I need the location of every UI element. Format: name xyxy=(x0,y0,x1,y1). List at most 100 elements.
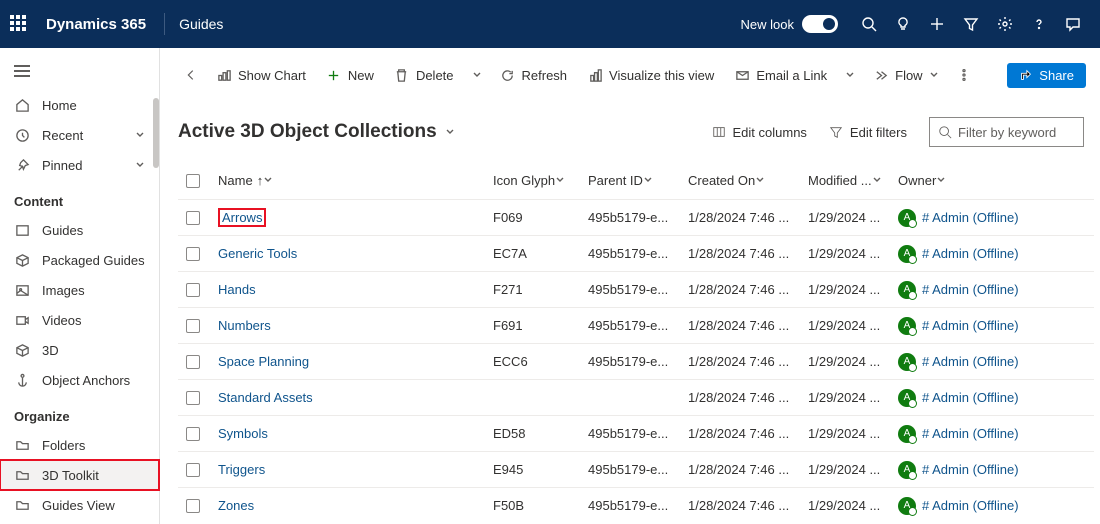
col-created[interactable]: Created On xyxy=(688,173,808,188)
row-checkbox[interactable] xyxy=(186,499,200,513)
col-parent[interactable]: Parent ID xyxy=(588,173,688,188)
row-checkbox[interactable] xyxy=(186,211,200,225)
row-checkbox[interactable] xyxy=(186,319,200,333)
delete-button[interactable]: Delete xyxy=(386,62,462,88)
row-owner-link[interactable]: A# Admin (Offline) xyxy=(898,461,1094,479)
content: Show Chart New Delete Refresh Visualize … xyxy=(160,48,1100,524)
nav-packaged[interactable]: Packaged Guides xyxy=(0,245,159,275)
row-owner-link[interactable]: A# Admin (Offline) xyxy=(898,209,1094,227)
filter-icon[interactable] xyxy=(954,0,988,48)
avatar-icon: A xyxy=(898,497,916,515)
row-name-link[interactable]: Hands xyxy=(218,282,256,297)
back-button[interactable] xyxy=(178,63,204,87)
col-modified[interactable]: Modified ... xyxy=(808,173,898,188)
avatar-icon: A xyxy=(898,461,916,479)
email-split[interactable] xyxy=(839,65,861,85)
app-launcher-icon[interactable] xyxy=(10,15,28,33)
row-owner-link[interactable]: A# Admin (Offline) xyxy=(898,353,1094,371)
table-row: HandsF271495b5179-e...1/28/2024 7:46 ...… xyxy=(178,271,1094,307)
table-row: NumbersF691495b5179-e...1/28/2024 7:46 .… xyxy=(178,307,1094,343)
row-name-link[interactable]: Space Planning xyxy=(218,354,309,369)
nav-home[interactable]: Home xyxy=(0,90,159,120)
row-name-link[interactable]: Generic Tools xyxy=(218,246,297,261)
nav-label: Pinned xyxy=(42,158,82,173)
new-look-toggle[interactable]: New look xyxy=(741,15,838,33)
row-parent: 495b5179-e... xyxy=(588,462,688,477)
add-icon[interactable] xyxy=(920,0,954,48)
edit-filters-button[interactable]: Edit filters xyxy=(829,125,907,140)
email-button[interactable]: Email a Link xyxy=(726,62,835,88)
settings-icon[interactable] xyxy=(988,0,1022,48)
row-owner-link[interactable]: A# Admin (Offline) xyxy=(898,317,1094,335)
nav-guides[interactable]: Guides xyxy=(0,215,159,245)
chevron-down-icon xyxy=(872,173,882,188)
help-icon[interactable] xyxy=(1022,0,1056,48)
row-name-link[interactable]: Numbers xyxy=(218,318,271,333)
hamburger-icon[interactable] xyxy=(0,56,159,90)
row-checkbox[interactable] xyxy=(186,463,200,477)
cube-icon xyxy=(14,342,30,358)
col-name[interactable]: Name↑ xyxy=(218,173,493,188)
chevron-down-icon xyxy=(135,128,145,143)
nav-3d[interactable]: 3D xyxy=(0,335,159,365)
row-owner-link[interactable]: A# Admin (Offline) xyxy=(898,425,1094,443)
nav-pinned[interactable]: Pinned xyxy=(0,150,159,180)
chart-icon xyxy=(216,67,232,83)
row-checkbox[interactable] xyxy=(186,283,200,297)
nav-images[interactable]: Images xyxy=(0,275,159,305)
filter-input[interactable]: Filter by keyword xyxy=(929,117,1084,147)
new-button[interactable]: New xyxy=(318,62,382,88)
row-checkbox[interactable] xyxy=(186,247,200,261)
view-title[interactable]: Active 3D Object Collections xyxy=(178,121,455,143)
row-checkbox[interactable] xyxy=(186,391,200,405)
row-owner-link[interactable]: A# Admin (Offline) xyxy=(898,281,1094,299)
nav-guides-view[interactable]: Guides View xyxy=(0,490,159,520)
search-icon[interactable] xyxy=(852,0,886,48)
row-parent: 495b5179-e... xyxy=(588,210,688,225)
folder-icon xyxy=(14,437,30,453)
nav-folders[interactable]: Folders xyxy=(0,430,159,460)
col-owner[interactable]: Owner xyxy=(898,173,1094,188)
scrollbar[interactable] xyxy=(153,98,159,168)
nav-label: Folders xyxy=(42,438,85,453)
row-parent: 495b5179-e... xyxy=(588,426,688,441)
visualize-button[interactable]: Visualize this view xyxy=(579,62,722,88)
row-name-link[interactable]: Triggers xyxy=(218,462,265,477)
col-icon[interactable]: Icon Glyph xyxy=(493,173,588,188)
nav-recent[interactable]: Recent xyxy=(0,120,159,150)
more-button[interactable] xyxy=(951,63,977,87)
row-name-link[interactable]: Zones xyxy=(218,498,254,513)
edit-columns-button[interactable]: Edit columns xyxy=(712,125,807,140)
package-icon xyxy=(14,252,30,268)
row-owner-link[interactable]: A# Admin (Offline) xyxy=(898,497,1094,515)
powerbi-icon xyxy=(587,67,603,83)
nav-toolkit[interactable]: 3D Toolkit xyxy=(0,460,159,490)
lightbulb-icon[interactable] xyxy=(886,0,920,48)
select-all-checkbox[interactable] xyxy=(186,174,200,188)
row-checkbox[interactable] xyxy=(186,427,200,441)
row-owner-link[interactable]: A# Admin (Offline) xyxy=(898,245,1094,263)
chevron-down-icon xyxy=(263,173,273,188)
row-created: 1/28/2024 7:46 ... xyxy=(688,462,808,477)
nav-label: Images xyxy=(42,283,85,298)
table-row: Standard Assets1/28/2024 7:46 ...1/29/20… xyxy=(178,379,1094,415)
nav-anchors[interactable]: Object Anchors xyxy=(0,365,159,395)
nav-videos[interactable]: Videos xyxy=(0,305,159,335)
row-name-link[interactable]: Arrows xyxy=(218,208,266,227)
nav-label: 3D Toolkit xyxy=(42,468,99,483)
flow-button[interactable]: Flow xyxy=(865,62,946,88)
row-name-link[interactable]: Symbols xyxy=(218,426,268,441)
refresh-button[interactable]: Refresh xyxy=(492,62,576,88)
row-created: 1/28/2024 7:46 ... xyxy=(688,390,808,405)
row-created: 1/28/2024 7:46 ... xyxy=(688,246,808,261)
chat-icon[interactable] xyxy=(1056,0,1090,48)
row-icon: ECC6 xyxy=(493,354,588,369)
row-name-link[interactable]: Standard Assets xyxy=(218,390,313,405)
share-button[interactable]: Share xyxy=(1007,63,1086,88)
pin-icon xyxy=(14,157,30,173)
toggle-icon[interactable] xyxy=(802,15,838,33)
show-chart-button[interactable]: Show Chart xyxy=(208,62,314,88)
row-owner-link[interactable]: A# Admin (Offline) xyxy=(898,389,1094,407)
delete-split[interactable] xyxy=(466,65,488,85)
row-checkbox[interactable] xyxy=(186,355,200,369)
